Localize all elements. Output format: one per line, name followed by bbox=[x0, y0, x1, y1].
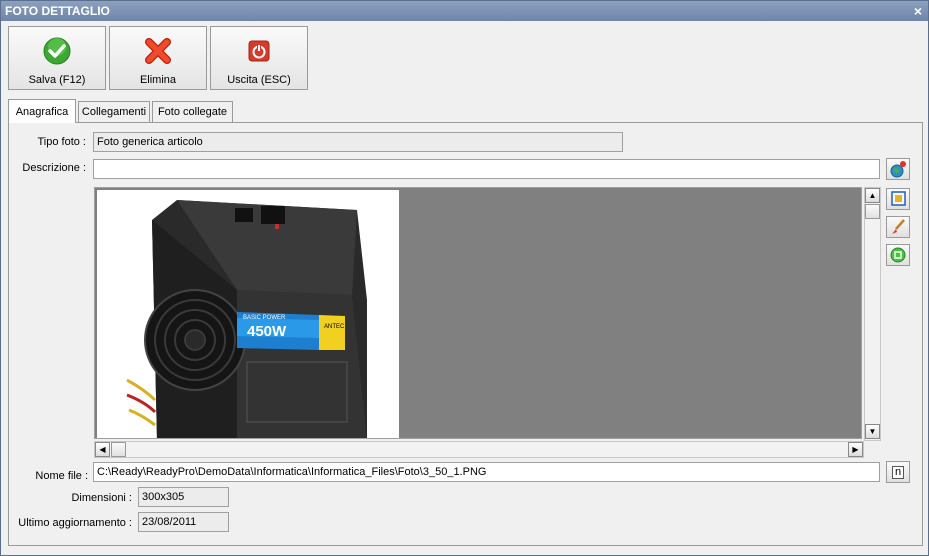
save-button[interactable]: Salva (F12) bbox=[8, 26, 106, 90]
power-icon bbox=[248, 40, 270, 62]
descrizione-input[interactable] bbox=[93, 159, 880, 179]
dimensioni-label: Dimensioni : bbox=[71, 492, 132, 504]
tab-collegamenti[interactable]: Collegamenti bbox=[78, 101, 150, 123]
delete-button-label: Elimina bbox=[139, 74, 177, 86]
anagrafica-panel: Tipo foto : Foto generica articolo Descr… bbox=[8, 122, 923, 546]
scroll-down-button[interactable]: ▼ bbox=[865, 424, 880, 439]
scroll-left-button[interactable]: ◀ bbox=[95, 442, 110, 457]
svg-text:450W: 450W bbox=[247, 323, 287, 340]
browse-file-button[interactable]: n bbox=[886, 461, 910, 483]
ultimo-aggiornamento-field: 23/08/2011 bbox=[138, 512, 229, 532]
checkmark-icon bbox=[43, 37, 71, 65]
title-bar: FOTO DETTAGLIO × bbox=[1, 1, 928, 21]
tab-anagrafica[interactable]: Anagrafica bbox=[8, 99, 76, 123]
browse-file-icon: n bbox=[892, 466, 904, 479]
horizontal-scroll-thumb[interactable] bbox=[111, 442, 126, 457]
vertical-scroll-thumb[interactable] bbox=[865, 204, 880, 219]
foto-dettaglio-window: FOTO DETTAGLIO × Salva (F12) Elimina Usc… bbox=[0, 0, 929, 556]
svg-text:ANTEC: ANTEC bbox=[324, 324, 345, 330]
exit-button-label: Uscita (ESC) bbox=[227, 74, 291, 86]
svg-text:BASIC POWER: BASIC POWER bbox=[243, 315, 286, 321]
paint-brush-icon bbox=[892, 219, 905, 234]
descrizione-label: Descrizione : bbox=[22, 162, 86, 174]
edit-image-button[interactable] bbox=[886, 216, 910, 238]
globe-icon bbox=[890, 161, 906, 178]
tipo-foto-label: Tipo foto : bbox=[37, 136, 86, 148]
fit-image-button[interactable] bbox=[886, 188, 910, 210]
scroll-up-button[interactable]: ▲ bbox=[865, 188, 880, 203]
photo-canvas: BASIC POWER 450W ANTEC bbox=[97, 190, 399, 438]
red-x-icon bbox=[145, 38, 171, 64]
close-icon[interactable]: × bbox=[914, 1, 922, 21]
resize-frame-icon bbox=[891, 191, 906, 206]
photo-preview: BASIC POWER 450W ANTEC bbox=[94, 187, 862, 439]
recycle-icon bbox=[890, 247, 906, 263]
delete-button[interactable]: Elimina bbox=[109, 26, 207, 90]
save-button-label: Salva (F12) bbox=[28, 74, 86, 86]
convert-image-button[interactable] bbox=[886, 244, 910, 266]
nome-file-label: Nome file : bbox=[35, 470, 88, 482]
power-supply-image: BASIC POWER 450W ANTEC bbox=[126, 200, 367, 438]
exit-button[interactable]: Uscita (ESC) bbox=[210, 26, 308, 90]
horizontal-scrollbar[interactable]: ◀ ▶ bbox=[94, 441, 864, 458]
tipo-foto-field[interactable]: Foto generica articolo bbox=[93, 132, 623, 152]
translate-button[interactable] bbox=[886, 158, 910, 180]
tab-foto-collegate[interactable]: Foto collegate bbox=[152, 101, 233, 123]
window-title: FOTO DETTAGLIO bbox=[5, 4, 110, 18]
ultimo-aggiornamento-label: Ultimo aggiornamento : bbox=[18, 517, 132, 529]
vertical-scrollbar[interactable]: ▲ ▼ bbox=[864, 187, 881, 441]
dimensioni-field: 300x305 bbox=[138, 487, 229, 507]
scroll-right-button[interactable]: ▶ bbox=[848, 442, 863, 457]
nome-file-input[interactable]: C:\Ready\ReadyPro\DemoData\Informatica\I… bbox=[93, 462, 880, 482]
